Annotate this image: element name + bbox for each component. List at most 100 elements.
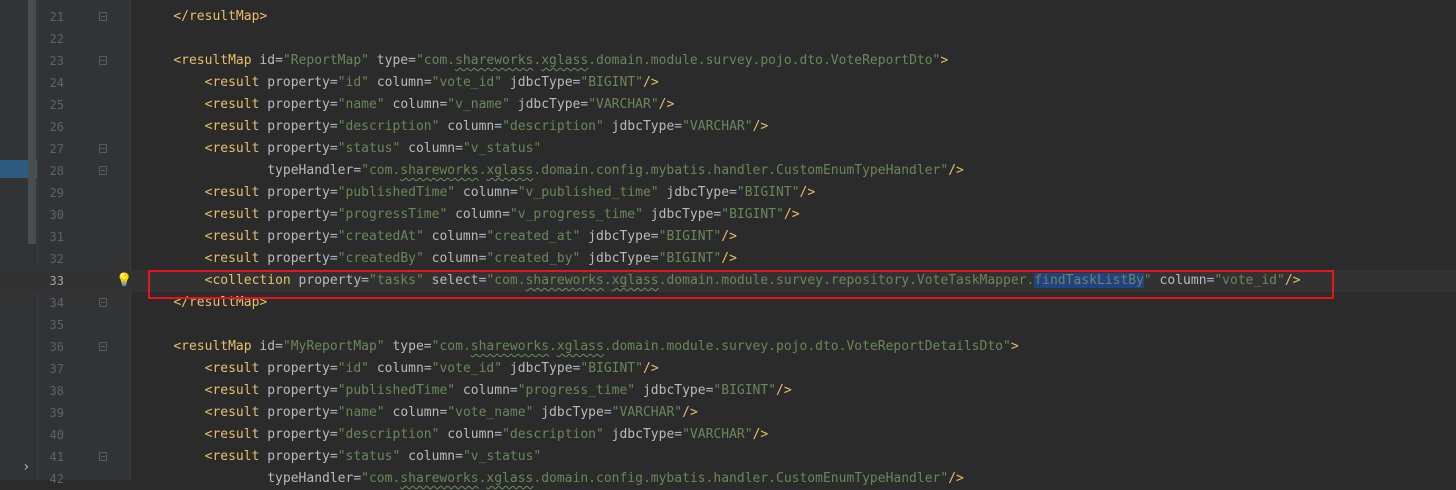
code-token: />: [752, 427, 769, 442]
code-token: =: [329, 75, 338, 90]
code-token: "description": [502, 119, 604, 134]
code-token: =: [329, 405, 338, 420]
code-token: <result: [204, 449, 268, 464]
line-number: 35: [49, 318, 64, 332]
code-token: .domain.module.survey.pojo.dto.VoteRepor…: [588, 53, 941, 68]
code-token: "name": [337, 405, 385, 420]
code-token: shareworks: [400, 163, 479, 178]
code-token: column: [423, 229, 479, 244]
code-text: <result property="id" column="vote_id" j…: [142, 72, 659, 94]
fold-marker-icon[interactable]: [99, 144, 107, 153]
code-token: jdbcType: [580, 229, 651, 244]
code-token: property: [267, 449, 330, 464]
code-line[interactable]: 21 </resultMap>: [0, 6, 1456, 28]
code-line[interactable]: 36 <resultMap id="MyReportMap" type="com…: [0, 336, 1456, 358]
code-line[interactable]: 40 <result property="description" column…: [0, 424, 1456, 446]
fold-marker-icon[interactable]: [99, 298, 107, 307]
code-line[interactable]: 35: [0, 314, 1456, 336]
code-token: <resultMap: [173, 339, 260, 354]
code-token: typeHandler: [267, 163, 354, 178]
code-token: =: [353, 471, 362, 486]
code-line[interactable]: 29 <result property="publishedTime" colu…: [0, 182, 1456, 204]
code-token: column: [400, 141, 456, 156]
code-text: <result property="description" column="d…: [142, 424, 769, 446]
code-line[interactable]: 39 <result property="name" column="vote_…: [0, 402, 1456, 424]
line-number: 21: [49, 10, 64, 24]
code-token: xglass: [486, 163, 534, 178]
line-number: 26: [49, 120, 64, 134]
code-token: />: [783, 207, 800, 222]
code-line[interactable]: 32 <result property="createdBy" column="…: [0, 248, 1456, 270]
line-number: 28: [49, 164, 64, 178]
intention-bulb-icon[interactable]: 💡: [116, 273, 132, 289]
code-token: =: [423, 361, 432, 376]
code-line[interactable]: 41 <result property="status" column="v_s…: [0, 446, 1456, 468]
code-token: />: [948, 163, 964, 178]
code-token: =: [329, 119, 338, 134]
line-number: 30: [49, 208, 64, 222]
code-text: </resultMap>: [142, 6, 267, 28]
code-line[interactable]: 24 <result property="id" column="vote_id…: [0, 72, 1456, 94]
code-line[interactable]: 28 typeHandler="com.shareworks.xglass.do…: [0, 160, 1456, 182]
code-token: =: [329, 97, 338, 112]
code-token: =: [423, 75, 432, 90]
code-token: id: [259, 339, 276, 354]
code-token: jdbcType: [533, 405, 604, 420]
fold-marker-icon[interactable]: [99, 166, 107, 175]
code-token: xglass: [556, 339, 604, 354]
code-token: "id": [337, 75, 370, 90]
code-token: "BIGINT": [721, 207, 784, 222]
code-token: xglass: [541, 53, 589, 68]
code-line[interactable]: 23 <resultMap id="ReportMap" type="com.s…: [0, 50, 1456, 72]
code-line[interactable]: 31 <result property="createdAt" column="…: [0, 226, 1456, 248]
code-line[interactable]: 30 <result property="progressTime" colum…: [0, 204, 1456, 226]
code-token: "vote_id": [431, 361, 503, 376]
code-line[interactable]: 42 typeHandler="com.shareworks.xglass.do…: [0, 468, 1456, 490]
code-token: .: [549, 339, 557, 354]
code-token: property: [267, 405, 330, 420]
code-token: column: [455, 185, 510, 200]
fold-marker-icon[interactable]: [99, 452, 107, 461]
code-token: =: [603, 405, 612, 420]
code-token: property: [267, 251, 330, 266]
code-line[interactable]: 22: [0, 28, 1456, 50]
code-token: property: [267, 75, 330, 90]
code-token: <result: [204, 119, 268, 134]
code-token: <result: [204, 185, 268, 200]
code-token: "created_by": [486, 251, 581, 266]
code-text: <result property="status" column="v_stat…: [142, 138, 542, 160]
code-token: "com.: [415, 53, 456, 68]
code-line[interactable]: 27 <result property="status" column="v_s…: [0, 138, 1456, 160]
code-text: typeHandler="com.shareworks.xglass.domai…: [142, 468, 964, 490]
code-token: <result: [204, 207, 268, 222]
code-line[interactable]: 26 <result property="description" column…: [0, 116, 1456, 138]
code-token: property: [267, 361, 330, 376]
code-token: <result: [204, 361, 268, 376]
fold-marker-icon[interactable]: [99, 56, 107, 65]
code-line[interactable]: 25 <result property="name" column="v_nam…: [0, 94, 1456, 116]
code-token: =: [329, 427, 338, 442]
code-token: "BIGINT": [580, 75, 643, 90]
code-text: <result property="id" column="vote_id" j…: [142, 358, 659, 380]
code-text: <result property="publishedTime" column=…: [142, 182, 816, 204]
fold-marker-icon[interactable]: [99, 342, 107, 351]
code-token: <result: [204, 75, 268, 90]
code-line[interactable]: 37 <result property="id" column="vote_id…: [0, 358, 1456, 380]
fold-marker-icon[interactable]: [99, 12, 107, 21]
code-token: column: [439, 427, 495, 442]
code-token: "BIGINT": [658, 251, 722, 266]
code-text: <result property="progressTime" column="…: [142, 204, 800, 226]
code-token: <result: [204, 97, 268, 112]
code-token: jdbcType: [658, 185, 730, 200]
code-token: "v_published_time": [517, 185, 659, 200]
line-number: 29: [49, 186, 64, 200]
code-token: />: [799, 185, 816, 200]
code-line[interactable]: 38 <result property="publishedTime" colu…: [0, 380, 1456, 402]
code-token: "name": [337, 97, 385, 112]
